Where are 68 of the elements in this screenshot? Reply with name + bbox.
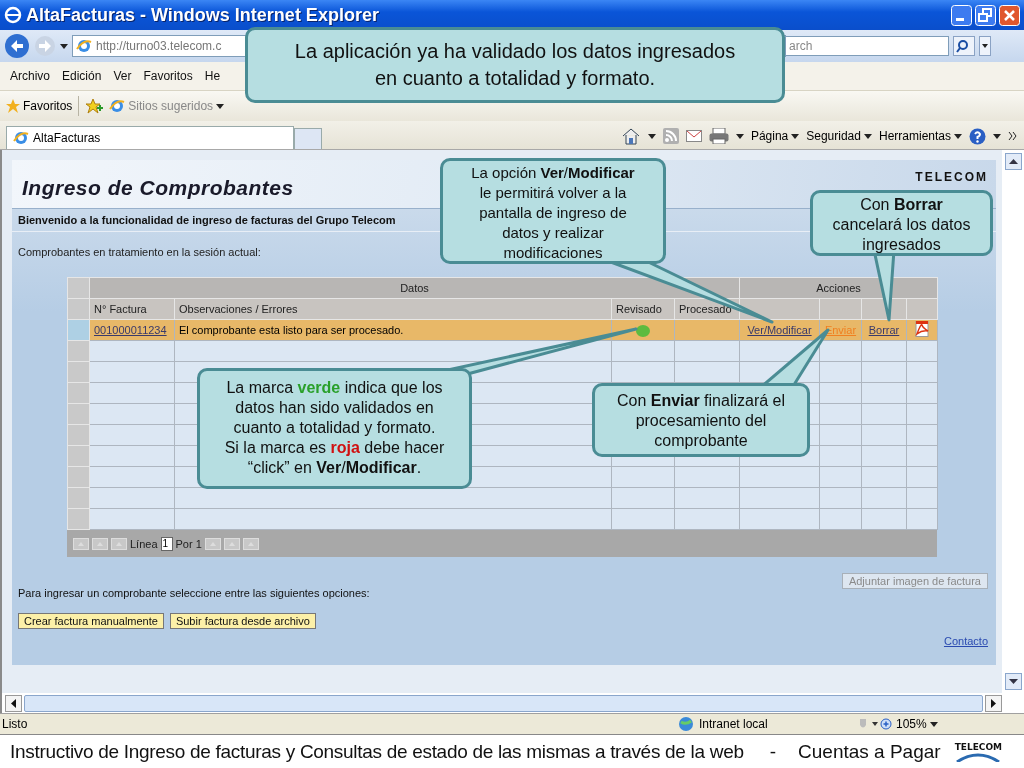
browser-tab[interactable]: AltaFacturas xyxy=(6,126,294,149)
scroll-up-icon[interactable] xyxy=(1004,153,1022,170)
command-menu[interactable]: Página xyxy=(750,129,800,143)
vertical-scrollbar[interactable] xyxy=(1002,150,1024,693)
search-icon[interactable] xyxy=(953,36,975,56)
caret-icon[interactable] xyxy=(60,43,68,49)
zoom-icon xyxy=(880,717,893,731)
caret-icon[interactable] xyxy=(993,133,1001,139)
chevron-icon[interactable] xyxy=(1008,131,1018,141)
zoom-control[interactable]: 105% xyxy=(880,717,938,731)
search-field[interactable]: arch xyxy=(786,36,949,56)
window-title: AltaFacturas - Windows Internet Explorer xyxy=(26,4,379,26)
menu-item[interactable]: Archivo xyxy=(4,69,56,83)
printer-icon[interactable] xyxy=(708,128,729,144)
help-icon[interactable] xyxy=(969,127,986,145)
line-field[interactable]: 1 xyxy=(160,536,173,551)
callout-tooltip: La aplicación ya ha validado los datos ingresados en cuanto a totalidad y formato. xyxy=(245,27,785,103)
scroll-down-icon[interactable] xyxy=(1004,673,1022,690)
pager-label: Línea xyxy=(130,537,158,550)
back-icon[interactable] xyxy=(4,33,30,59)
home-icon[interactable] xyxy=(620,127,641,145)
status-text: Listo xyxy=(1,717,29,731)
mail-icon[interactable] xyxy=(685,130,702,142)
footer-separator: - xyxy=(769,740,777,763)
menu-item[interactable]: He xyxy=(198,69,227,83)
scroll-thumb[interactable] xyxy=(24,694,983,712)
pager-total: Por 1 xyxy=(175,537,202,550)
command-menu[interactable]: Seguridad xyxy=(806,129,872,143)
callout-tooltip: Con Borrar cancelará los datos ingresados xyxy=(810,190,993,256)
footer-section: Cuentas a Pagar xyxy=(798,740,941,763)
add-favorite-icon[interactable] xyxy=(85,98,104,114)
horizontal-scrollbar[interactable] xyxy=(0,693,1024,713)
action-button[interactable]: Subir factura desde archivo xyxy=(169,613,316,629)
globe-icon xyxy=(678,716,696,732)
page-title: Ingreso de Comprobantes xyxy=(22,176,294,200)
group-header: Datos xyxy=(89,277,740,299)
maximize-icon[interactable] xyxy=(975,4,996,26)
column-header: Observaciones / Errores xyxy=(174,298,612,320)
brand-logo: TELECOM xyxy=(915,170,988,184)
section-label: Comprobantes en tratamiento en la sesión actual: xyxy=(18,246,261,258)
caret-icon[interactable] xyxy=(863,133,872,139)
menu-item[interactable]: Edición xyxy=(56,69,108,83)
caret-icon[interactable] xyxy=(979,36,991,56)
callout-tooltip: La marca verde indica que los datos han sido validados en cuanto a totalidad y formato. Si la marca es roja debe hacer “click” en Ver/Modificar. xyxy=(197,368,472,489)
caret-icon[interactable] xyxy=(954,133,962,139)
contact-link[interactable]: Contacto xyxy=(943,635,988,647)
command-menu[interactable]: Herramientas xyxy=(878,129,962,143)
caret-icon[interactable] xyxy=(735,133,744,139)
group-header: Acciones xyxy=(739,277,938,299)
caret-icon[interactable] xyxy=(216,103,225,109)
logo-arc-icon xyxy=(955,751,1002,762)
star-icon xyxy=(6,99,20,113)
minimize-icon[interactable] xyxy=(951,4,972,26)
instructions-text: Para ingresar un comprobante seleccione entre las siguientes opciones: xyxy=(17,587,371,599)
favorites-button[interactable]: Favoritos xyxy=(6,99,73,113)
scroll-right-icon[interactable] xyxy=(985,694,1002,712)
pdf-icon[interactable] xyxy=(914,321,930,337)
security-zone: Intranet local xyxy=(678,716,858,732)
brand-logo: TELECOM xyxy=(954,741,1002,752)
close-icon[interactable] xyxy=(999,4,1020,26)
caret-icon[interactable] xyxy=(647,133,656,139)
scroll-left-icon[interactable] xyxy=(5,694,22,712)
footer-text: Instructivo de Ingreso de facturas y Consultas de estado de las mismas a través de la web xyxy=(10,740,744,763)
caret-icon[interactable] xyxy=(791,133,800,139)
menu-item[interactable]: Ver xyxy=(107,69,138,83)
action-button[interactable]: Crear factura manualmente xyxy=(18,613,164,629)
caret-icon[interactable] xyxy=(929,721,938,727)
menu-item[interactable]: Favoritos xyxy=(137,69,199,83)
